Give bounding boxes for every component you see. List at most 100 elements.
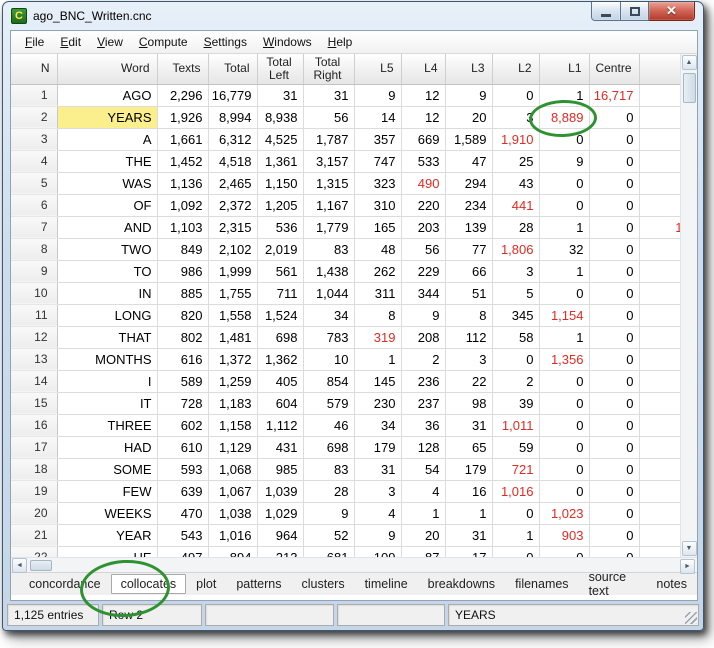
cell-l2[interactable]: 3 [492,260,539,282]
cell-l1[interactable]: 0 [539,172,589,194]
cell-l2[interactable]: 441 [492,194,539,216]
menu-windows[interactable]: Windows [255,32,320,52]
cell-centre[interactable]: 0 [589,414,639,436]
table-row[interactable]: 16THREE6021,1581,112463436311,01100 [11,414,697,436]
cell-total[interactable]: 1,016 [208,524,257,546]
cell-l4[interactable]: 36 [401,414,445,436]
cell-texts[interactable]: 593 [157,458,208,480]
cell-centre[interactable]: 0 [589,238,639,260]
cell-total_right[interactable]: 10 [303,348,354,370]
cell-texts[interactable]: 986 [157,260,208,282]
cell-l1[interactable]: 1 [539,326,589,348]
cell-word[interactable]: THE [57,150,157,172]
cell-n[interactable]: 2 [11,106,57,128]
cell-l1[interactable]: 1 [539,84,589,106]
table-row[interactable]: 12THAT8021,481698783319208112581025 [11,326,697,348]
tab-concordance[interactable]: concordance [19,574,111,594]
tab-collocates[interactable]: collocates [111,574,187,594]
cell-word[interactable]: IN [57,282,157,304]
cell-word[interactable]: A [57,128,157,150]
cell-total[interactable]: 1,158 [208,414,257,436]
cell-l2[interactable]: 25 [492,150,539,172]
cell-total_left[interactable]: 561 [257,260,303,282]
cell-n[interactable]: 16 [11,414,57,436]
tab-clusters[interactable]: clusters [292,574,355,594]
cell-centre[interactable]: 16,717 [589,84,639,106]
cell-l5[interactable]: 165 [354,216,401,238]
cell-l5[interactable]: 747 [354,150,401,172]
cell-word[interactable]: WAS [57,172,157,194]
cell-word[interactable]: AND [57,216,157,238]
cell-n[interactable]: 5 [11,172,57,194]
column-header-l2[interactable]: L2 [492,54,539,84]
cell-l1[interactable]: 0 [539,194,589,216]
cell-total[interactable]: 894 [208,546,257,557]
tab-notes[interactable]: notes [646,574,697,594]
cell-total[interactable]: 2,102 [208,238,257,260]
cell-l5[interactable]: 230 [354,392,401,414]
title-bar[interactable]: C ago_BNC_Written.cnc ✕ [3,2,703,29]
cell-total[interactable]: 1,038 [208,502,257,524]
cell-total_right[interactable]: 56 [303,106,354,128]
cell-l1[interactable]: 0 [539,414,589,436]
cell-total_right[interactable]: 1,315 [303,172,354,194]
cell-l4[interactable]: 9 [401,304,445,326]
vertical-scroll-thumb[interactable] [683,73,696,103]
maximize-button[interactable] [621,2,649,21]
cell-centre[interactable]: 0 [589,150,639,172]
cell-total_left[interactable]: 405 [257,370,303,392]
cell-l1[interactable]: 1,023 [539,502,589,524]
table-row[interactable]: 11LONG8201,5581,524348983451,1540 [11,304,697,326]
cell-l1[interactable]: 0 [539,480,589,502]
cell-total_left[interactable]: 536 [257,216,303,238]
cell-total[interactable]: 4,518 [208,150,257,172]
cell-total_left[interactable]: 31 [257,84,303,106]
cell-texts[interactable]: 885 [157,282,208,304]
table-row[interactable]: 10IN8851,7557111,0443113445150038 [11,282,697,304]
vertical-scrollbar[interactable]: ▲ ▼ [680,54,697,557]
cell-total_right[interactable]: 9 [303,502,354,524]
cell-total_right[interactable]: 783 [303,326,354,348]
column-header-total_left[interactable]: Total Left [257,54,303,84]
cell-total_right[interactable]: 34 [303,304,354,326]
cell-l5[interactable]: 31 [354,458,401,480]
cell-l5[interactable]: 145 [354,370,401,392]
cell-l5[interactable]: 357 [354,128,401,150]
cell-l3[interactable]: 20 [445,106,492,128]
cell-n[interactable]: 11 [11,304,57,326]
cell-total_left[interactable]: 1,112 [257,414,303,436]
cell-n[interactable]: 6 [11,194,57,216]
cell-l2[interactable]: 721 [492,458,539,480]
column-header-word[interactable]: Word [57,54,157,84]
cell-l3[interactable]: 1,589 [445,128,492,150]
cell-l2[interactable]: 1,016 [492,480,539,502]
cell-n[interactable]: 18 [11,458,57,480]
cell-word[interactable]: MONTHS [57,348,157,370]
cell-l5[interactable]: 323 [354,172,401,194]
cell-total_left[interactable]: 1,150 [257,172,303,194]
cell-total_right[interactable]: 854 [303,370,354,392]
cell-l4[interactable]: 236 [401,370,445,392]
menu-view[interactable]: View [89,32,131,52]
table-row[interactable]: 1AGO2,29616,779313191290116,717 [11,84,697,106]
table-row[interactable]: 4THE1,4524,5181,3613,15774753347259070 [11,150,697,172]
cell-n[interactable]: 7 [11,216,57,238]
cell-n[interactable]: 20 [11,502,57,524]
cell-l4[interactable]: 87 [401,546,445,557]
cell-l2[interactable]: 3 [492,106,539,128]
cell-l2[interactable]: 0 [492,502,539,524]
cell-centre[interactable]: 0 [589,282,639,304]
cell-l3[interactable]: 179 [445,458,492,480]
cell-l1[interactable]: 9 [539,150,589,172]
cell-total_right[interactable]: 46 [303,414,354,436]
cell-word[interactable]: AGO [57,84,157,106]
cell-total_left[interactable]: 711 [257,282,303,304]
cell-l1[interactable]: 0 [539,458,589,480]
cell-l2[interactable]: 28 [492,216,539,238]
cell-texts[interactable]: 1,103 [157,216,208,238]
cell-centre[interactable]: 0 [589,260,639,282]
cell-texts[interactable]: 497 [157,546,208,557]
table-row[interactable]: 17HAD6101,1294316981791286559008 [11,436,697,458]
cell-n[interactable]: 10 [11,282,57,304]
cell-word[interactable]: THREE [57,414,157,436]
